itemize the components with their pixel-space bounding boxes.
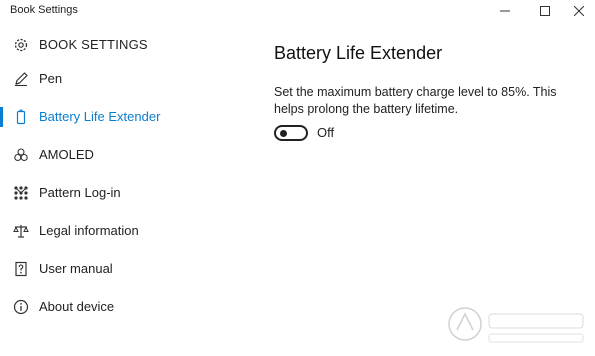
battery-extender-toggle[interactable]: [274, 125, 308, 141]
close-icon: [574, 6, 584, 16]
pen-icon: [13, 71, 29, 87]
toggle-state-label: Off: [317, 125, 335, 140]
sidebar: BOOK SETTINGS Pen Battery Life Extender: [0, 24, 250, 356]
sidebar-header-label: BOOK SETTINGS: [39, 37, 148, 52]
window-title: Book Settings: [10, 4, 78, 16]
sidebar-item-label: User manual: [39, 261, 113, 276]
amoled-icon: [13, 147, 29, 163]
sidebar-item-label: Battery Life Extender: [39, 109, 161, 124]
setting-description: Set the maximum battery charge level to …: [274, 85, 557, 116]
gear-icon: [12, 36, 30, 54]
info-icon: [13, 299, 29, 315]
sidebar-item-pen[interactable]: Pen: [0, 62, 250, 96]
sidebar-item-legal-information[interactable]: Legal information: [0, 214, 250, 248]
battery-icon: [13, 109, 29, 125]
sidebar-item-label: About device: [39, 299, 115, 314]
pattern-icon: [13, 185, 29, 201]
sidebar-item-label: Legal information: [39, 223, 139, 238]
sidebar-item-label: Pattern Log-in: [39, 185, 121, 200]
watermark-logo: [445, 300, 590, 350]
selection-indicator: [0, 107, 3, 127]
sidebar-item-label: AMOLED: [39, 147, 94, 162]
manual-icon: [13, 261, 29, 277]
sidebar-item-label: Pen: [39, 71, 63, 86]
sidebar-item-user-manual[interactable]: User manual: [0, 252, 250, 286]
sidebar-item-amoled[interactable]: AMOLED: [0, 138, 250, 172]
scales-icon: [13, 223, 29, 239]
page-title: Battery Life Extender: [274, 43, 443, 63]
close-button[interactable]: [561, 0, 595, 22]
minimize-icon: [500, 10, 510, 12]
sidebar-item-battery-life-extender[interactable]: Battery Life Extender: [0, 100, 250, 134]
sidebar-header[interactable]: BOOK SETTINGS: [0, 32, 250, 58]
sidebar-item-pattern-log-in[interactable]: Pattern Log-in: [0, 176, 250, 210]
maximize-button[interactable]: [527, 0, 563, 22]
title-bar: Book Settings: [0, 0, 595, 24]
settings-window: Book Settings BOOK SETTINGS Pen Battery …: [0, 0, 595, 356]
maximize-icon: [540, 6, 550, 16]
minimize-button[interactable]: [487, 0, 523, 22]
toggle-knob: [280, 130, 287, 137]
sidebar-item-about-device[interactable]: About device: [0, 290, 250, 324]
